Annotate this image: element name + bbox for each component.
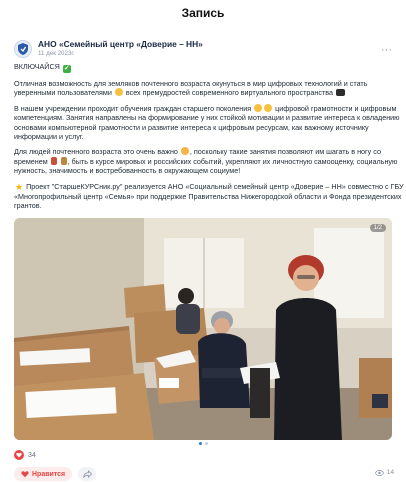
- share-button[interactable]: [78, 467, 97, 481]
- shield-logo-icon: [18, 43, 28, 55]
- likes-summary[interactable]: 34: [14, 450, 36, 460]
- carousel-dot-1[interactable]: [198, 442, 202, 445]
- avatar[interactable]: [14, 40, 32, 58]
- carousel-dots[interactable]: [0, 442, 406, 445]
- walking-person-icon: [50, 156, 57, 165]
- paragraph-2-text-b: всех премудростей современного виртуальн…: [125, 88, 333, 98]
- top-bar: Запись: [0, 0, 406, 26]
- nerd-face-icon: [264, 103, 273, 112]
- hand-icon: [180, 147, 189, 156]
- share-arrow-icon: [82, 470, 92, 478]
- paragraph-5: ★ Проект "СтаршеКУРСник.ру" реализуется …: [14, 182, 404, 211]
- post-date: 11 дек 2023г.: [38, 49, 75, 57]
- photo-counter: 1/2: [369, 224, 386, 232]
- post-header: АНО «Семейный центр «Доверие – НН» 11 де…: [14, 36, 394, 62]
- paragraph-4-text-a: Для людей почтенного возраста это очень …: [14, 147, 178, 157]
- paragraph-3: В нашем учреждении проходит обучения гра…: [14, 103, 404, 142]
- star-icon: ★: [15, 181, 24, 192]
- more-dots-icon[interactable]: ···: [381, 44, 392, 56]
- eye-icon: [374, 469, 384, 476]
- paragraph-4-text-c: , быть в курсе мировых и российских собы…: [14, 156, 398, 176]
- like-button[interactable]: Нравится: [14, 467, 73, 481]
- post-text: ВКЛЮЧАЙСЯ ✓ Отличная возможность для зем…: [14, 62, 404, 217]
- heart-icon: [21, 471, 29, 478]
- paragraph-1: ВКЛЮЧАЙСЯ ✓: [14, 62, 404, 73]
- smile-face-icon: [254, 103, 263, 112]
- check-mark-icon: ✓: [62, 65, 71, 73]
- cool-face-icon: [114, 88, 123, 97]
- paragraph-3-text-a: В нашем учреждении проходит обучения гра…: [14, 103, 252, 113]
- classroom-photo: [14, 218, 392, 440]
- views-count: 14: [386, 469, 394, 476]
- author-name[interactable]: АНО «Семейный центр «Доверие – НН»: [38, 40, 203, 49]
- intro-word: ВКЛЮЧАЙСЯ: [14, 62, 60, 71]
- post-photo[interactable]: 1/2: [14, 218, 392, 440]
- hourglass-icon: [60, 156, 67, 165]
- paragraph-2: Отличная возможность для земляков почтен…: [14, 79, 404, 98]
- paragraph-5-text: Проект "СтаршеКУРСник.ру" реализуется АН…: [14, 181, 404, 211]
- likes-count: 34: [28, 451, 36, 459]
- page-title: Запись: [181, 6, 225, 20]
- like-label: Нравится: [32, 470, 66, 478]
- post-actions: Нравится 14: [14, 466, 394, 482]
- heart-icon: [14, 450, 24, 460]
- laptop-icon: [335, 89, 345, 97]
- carousel-dot-2[interactable]: [204, 442, 208, 445]
- paragraph-4: Для людей почтенного возраста это очень …: [14, 147, 404, 175]
- views-counter: 14: [374, 469, 394, 476]
